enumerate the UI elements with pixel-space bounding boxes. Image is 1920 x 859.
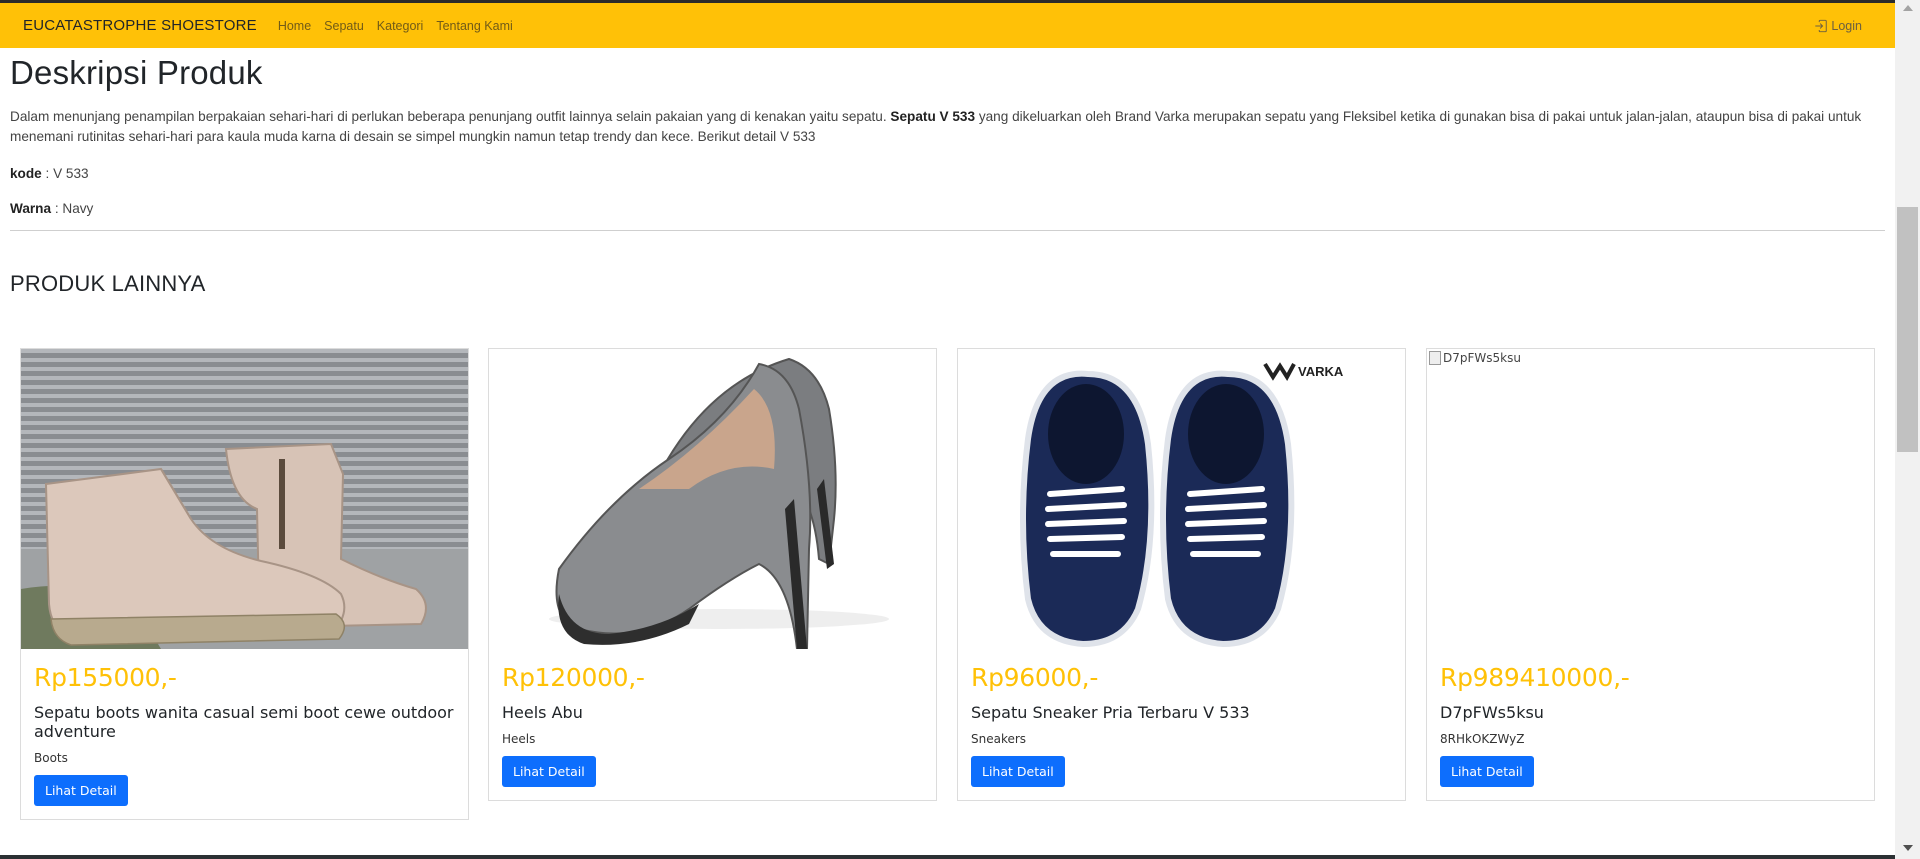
view-detail-button[interactable]: Lihat Detail — [34, 775, 128, 806]
broken-image[interactable]: D7pFWs5ksu — [1427, 349, 1874, 649]
other-products-heading: PRODUK LAINNYA — [10, 271, 206, 296]
spec-kode-label: kode — [10, 166, 42, 181]
bottom-edge — [0, 855, 1895, 859]
boots-photo-graphic — [21, 349, 468, 649]
scroll-down-arrow-icon[interactable] — [1903, 845, 1913, 851]
product-price: Rp155000,- — [34, 663, 177, 692]
login-label: Login — [1831, 18, 1862, 33]
description-text-start: Dalam menunjang penampilan berpakaian se… — [10, 109, 891, 124]
product-card: D7pFWs5ksu Rp989410000,- D7pFWs5ksu 8RHk… — [1426, 348, 1875, 801]
product-name: Sepatu Sneaker Pria Terbaru V 533 — [971, 703, 1250, 722]
heels-photo-graphic — [489, 349, 936, 649]
spec-kode: kode : V 533 — [10, 166, 1885, 181]
product-card-body: Rp120000,- Heels Abu Heels Lihat Detail — [489, 649, 936, 800]
nav-link-home[interactable]: Home — [278, 19, 311, 33]
product-category: 8RHkOKZWyZ — [1440, 732, 1525, 746]
broken-image-icon — [1429, 351, 1441, 365]
view-detail-button[interactable]: Lihat Detail — [502, 756, 596, 787]
view-detail-button[interactable]: Lihat Detail — [1440, 756, 1534, 787]
product-category: Heels — [502, 732, 536, 746]
view-detail-button[interactable]: Lihat Detail — [971, 756, 1065, 787]
brand-logo[interactable]: EUCATASTROPHE SHOESTORE — [23, 17, 257, 34]
description-text: Dalam menunjang penampilan berpakaian se… — [10, 107, 1885, 147]
scrollbar-thumb[interactable] — [1897, 207, 1918, 452]
product-card: Rp120000,- Heels Abu Heels Lihat Detail — [488, 348, 937, 801]
spec-kode-value: : V 533 — [41, 166, 89, 181]
product-price: Rp120000,- — [502, 663, 645, 692]
login-icon — [1815, 19, 1828, 32]
main-content: Deskripsi Produk Dalam menunjang penampi… — [10, 48, 1885, 297]
product-name: D7pFWs5ksu — [1440, 703, 1544, 722]
product-card-body: Rp989410000,- D7pFWs5ksu 8RHkOKZWyZ Liha… — [1427, 649, 1874, 800]
sneaker-photo[interactable]: VARKA — [958, 349, 1405, 649]
product-name: Sepatu boots wanita casual semi boot cew… — [34, 703, 454, 741]
product-category: Boots — [34, 751, 68, 765]
description-product-name: Sepatu V 533 — [890, 109, 976, 124]
product-card-body: Rp96000,- Sepatu Sneaker Pria Terbaru V … — [958, 649, 1405, 800]
spec-warna: Warna : Navy — [10, 201, 1885, 216]
navbar: EUCATASTROPHE SHOESTORE Home Sepatu Kate… — [0, 3, 1895, 48]
product-name: Heels Abu — [502, 703, 583, 722]
product-price: Rp96000,- — [971, 663, 1099, 692]
varka-brand-text: VARKA — [1298, 364, 1344, 379]
boots-photo[interactable] — [21, 349, 468, 649]
section-divider — [10, 230, 1885, 231]
broken-image-alt-text: D7pFWs5ksu — [1443, 351, 1521, 365]
sneaker-photo-graphic: VARKA — [958, 349, 1405, 649]
product-card-body: Rp155000,- Sepatu boots wanita casual se… — [21, 649, 468, 819]
scroll-up-arrow-icon[interactable] — [1903, 5, 1913, 11]
heels-photo[interactable] — [489, 349, 936, 649]
login-link[interactable]: Login — [1814, 19, 1862, 33]
product-price: Rp989410000,- — [1440, 663, 1630, 692]
description-heading: Deskripsi Produk — [10, 54, 263, 91]
spec-warna-label: Warna — [10, 201, 52, 216]
spec-warna-value: : Navy — [51, 201, 94, 216]
product-card: Rp155000,- Sepatu boots wanita casual se… — [20, 348, 469, 820]
nav-link-tentang-kami[interactable]: Tentang Kami — [436, 19, 512, 33]
nav-link-sepatu[interactable]: Sepatu — [324, 19, 364, 33]
product-category: Sneakers — [971, 732, 1027, 746]
nav-link-kategori[interactable]: Kategori — [377, 19, 424, 33]
page-scrollbar[interactable] — [1895, 0, 1920, 859]
broken-image-alt: D7pFWs5ksu — [1427, 349, 1874, 367]
product-card: VARKA Rp96000,- Sepatu Sneaker Pria Terb… — [957, 348, 1406, 801]
